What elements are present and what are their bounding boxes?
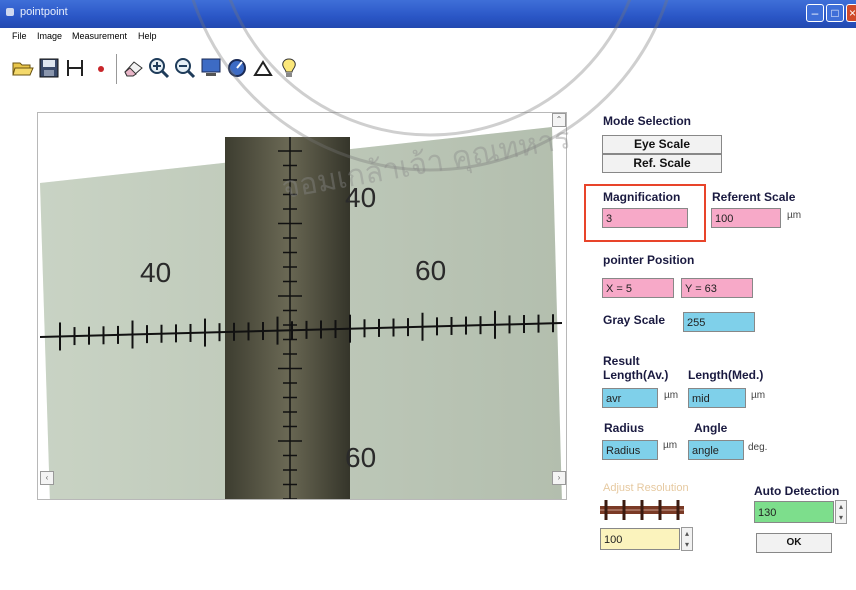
title-bar: pointpoint – □ × — [0, 0, 856, 28]
scroll-corner-top-right[interactable]: ⌃ — [552, 113, 566, 127]
adjust-resolution-input[interactable]: 100 — [600, 528, 680, 550]
scroll-corner-bottom-right[interactable]: › — [552, 471, 566, 485]
referent-scale-unit: µm — [787, 210, 802, 221]
auto-detection-label: Auto Detection — [754, 484, 840, 498]
adjust-resolution-spinner[interactable]: ▴ ▾ — [681, 527, 693, 551]
menu-measurement[interactable]: Measurement — [72, 31, 127, 41]
app-icon — [6, 8, 14, 16]
angle-circle-icon[interactable] — [224, 54, 250, 82]
toolbar — [10, 54, 370, 86]
angle-unit: deg. — [748, 442, 768, 453]
angle-field: angle — [688, 440, 744, 460]
zoom-out-icon[interactable] — [172, 54, 198, 82]
radius-field: Radius — [602, 440, 658, 460]
adjust-resolution-slider[interactable] — [600, 500, 684, 520]
pointer-y-field: Y = 63 — [681, 278, 753, 298]
minimize-button[interactable]: – — [806, 4, 824, 22]
referent-scale-label: Referent Scale — [712, 190, 796, 204]
menu-help[interactable]: Help — [138, 31, 157, 41]
length-med-label: Length(Med.) — [688, 368, 764, 382]
open-folder-icon[interactable] — [10, 54, 36, 82]
window-title: pointpoint — [20, 6, 68, 18]
ruler-label-top: 40 — [345, 182, 377, 213]
radius-label: Radius — [604, 421, 645, 435]
adjust-resolution-label: Adjust Resolution — [603, 482, 689, 494]
point-dot-icon[interactable] — [88, 54, 114, 82]
auto-detection-spinner[interactable]: ▴ ▾ — [835, 500, 847, 524]
ref-scale-button[interactable]: Ref. Scale — [602, 154, 722, 173]
length-med-field: mid — [688, 388, 746, 408]
pointer-x-field: X = 5 — [602, 278, 674, 298]
gray-scale-field: 255 — [683, 312, 755, 332]
magnification-input[interactable]: 3 — [602, 208, 688, 228]
magnification-label: Magnification — [603, 190, 681, 204]
ruler-label-bottom: 60 — [345, 442, 377, 473]
save-disk-icon[interactable] — [36, 54, 62, 82]
gray-scale-label: Gray Scale — [603, 313, 666, 327]
ok-button[interactable]: OK — [756, 533, 832, 553]
menu-image[interactable]: Image — [37, 31, 62, 41]
measure-bracket-icon[interactable] — [62, 54, 88, 82]
angle-label: Angle — [694, 421, 728, 435]
ruler-label-right: 60 — [415, 255, 447, 286]
scroll-corner-bottom-left[interactable]: ‹ — [40, 471, 54, 485]
length-med-unit: µm — [751, 390, 766, 401]
mode-selection-label: Mode Selection — [603, 114, 692, 128]
toolbar-separator — [116, 54, 117, 84]
auto-detection-input[interactable]: 130 — [754, 501, 834, 523]
length-av-field: avr — [602, 388, 658, 408]
monitor-icon[interactable] — [198, 54, 224, 82]
radius-unit: µm — [663, 440, 678, 451]
eye-scale-button[interactable]: Eye Scale — [602, 135, 722, 154]
zoom-in-icon[interactable] — [146, 54, 172, 82]
menu-file[interactable]: File — [12, 31, 27, 41]
pointer-position-label: pointer Position — [603, 253, 695, 267]
length-av-unit: µm — [664, 390, 679, 401]
result-label: Result — [603, 354, 640, 368]
length-av-label: Length(Av.) — [603, 368, 669, 382]
bulb-icon[interactable] — [276, 54, 302, 82]
ruler-label-left: 40 — [140, 257, 172, 288]
triangle-icon[interactable] — [250, 54, 276, 82]
referent-scale-input[interactable]: 100 — [711, 208, 781, 228]
close-button[interactable]: × — [846, 4, 856, 22]
maximize-button[interactable]: □ — [826, 4, 844, 22]
microscope-image[interactable]: 40 40 60 60 — [40, 127, 562, 499]
eraser-icon[interactable] — [120, 54, 146, 82]
image-view-frame: 40 40 60 60 ⌃ ‹ › — [37, 112, 567, 500]
